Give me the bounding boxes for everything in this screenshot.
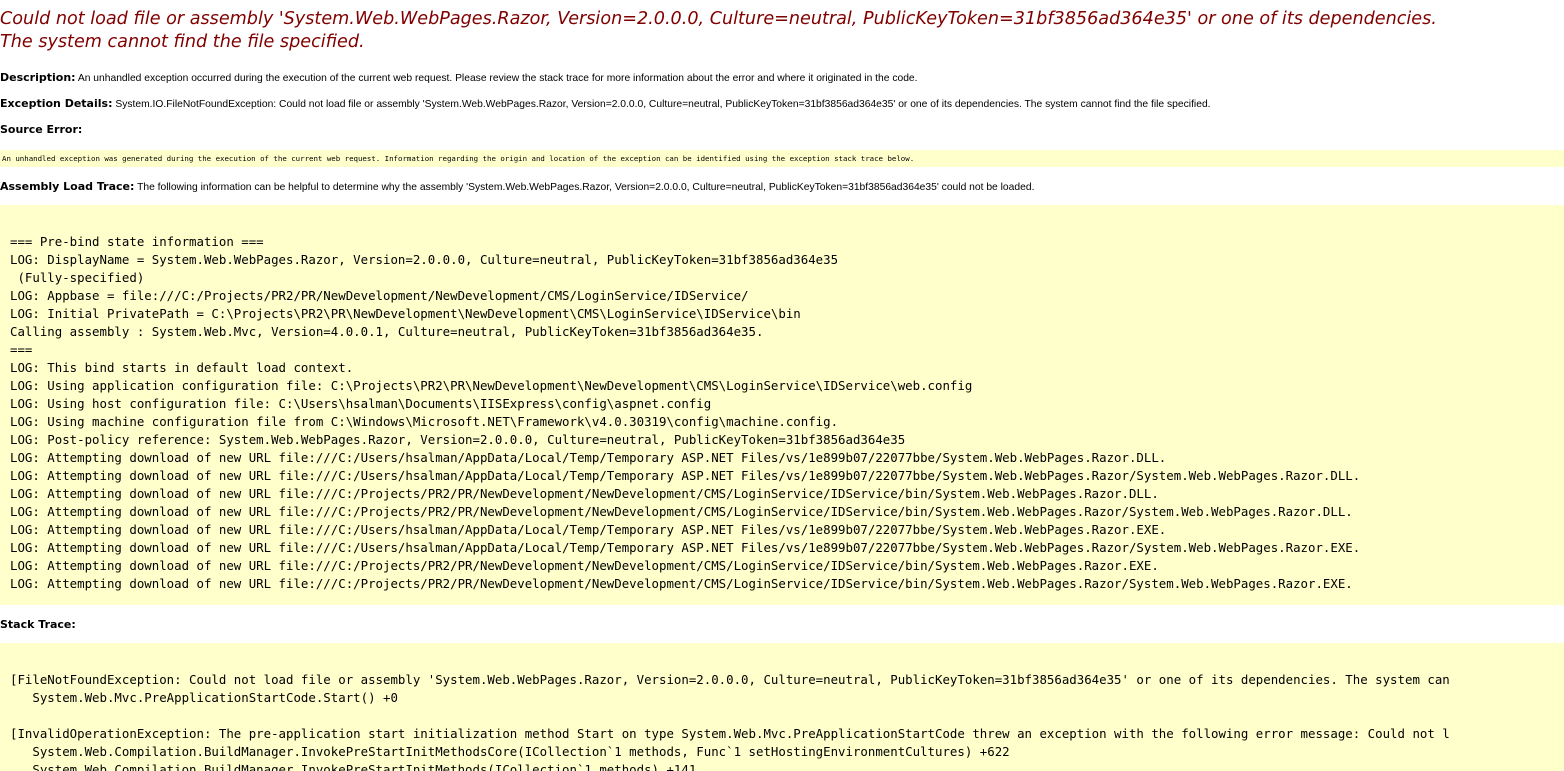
description-text: An unhandled exception occurred during t… [75,73,918,84]
stack-trace-text: [FileNotFoundException: Could not load f… [10,672,1450,771]
source-error-label: Source Error: [0,123,83,136]
assembly-load-trace-panel: === Pre-bind state information === LOG: … [0,205,1564,605]
assembly-load-trace-text: The following information can be helpful… [134,182,1035,193]
stack-trace-section: Stack Trace: [0,618,76,633]
assembly-load-trace-label: Assembly Load Trace: [0,180,135,193]
exception-details-section: Exception Details: System.IO.FileNotFoun… [0,97,1211,112]
exception-details-text: System.IO.FileNotFoundException: Could n… [112,99,1211,110]
error-title-line-1: Could not load file or assembly 'System.… [0,9,1437,29]
stack-trace-label: Stack Trace: [0,618,76,631]
error-title-line-2: The system cannot find the file specifie… [0,32,365,52]
source-error-panel: An unhandled exception was generated dur… [0,150,1564,167]
assembly-load-trace-section: Assembly Load Trace: The following infor… [0,180,1034,195]
description-label: Description: [0,71,76,84]
description-section: Description: An unhandled exception occu… [0,71,918,86]
error-title: Could not load file or assembly 'System.… [0,8,1564,54]
exception-details-label: Exception Details: [0,97,113,110]
source-error-section: Source Error: [0,123,82,138]
source-error-text: An unhandled exception was generated dur… [2,154,915,163]
stack-trace-panel: [FileNotFoundException: Could not load f… [0,643,1564,771]
assembly-load-trace-log: === Pre-bind state information === LOG: … [10,234,1361,591]
